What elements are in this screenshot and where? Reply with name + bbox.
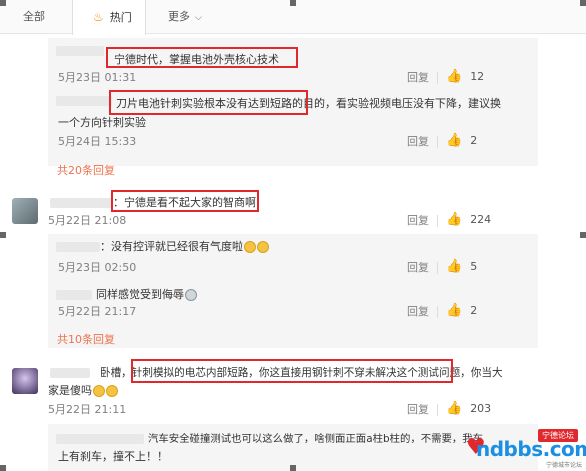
highlight-box [131,359,453,383]
thumbs-up-icon: 👍 [446,303,463,318]
divider [437,136,438,148]
comment-text-continued: 家是傻吗 [48,384,118,398]
laugh-emoji-icon [106,385,118,397]
thumbs-up-icon: 👍 [446,133,463,148]
comment-time: 5月23日 01:31 [58,71,137,84]
like-count: 2 [470,304,478,317]
thumbs-up-icon: 👍 [446,69,463,84]
comment-text-body: 家是傻吗 [48,384,92,397]
tab-all-label: 全部 [23,10,45,23]
laugh-emoji-icon [93,385,105,397]
username-blurred[interactable] [50,368,90,378]
watermark-subtitle: 宁德城市论坛 [545,462,582,469]
divider [437,306,438,318]
comment-time: 5月24日 15:33 [58,135,137,148]
weibo-comment-screenshot: 全部 ♨ 热门 更多 ⌵ 宁德时代，掌握电池外壳核心技术 5月23日 01:31 回… [0,0,586,471]
username-blurred[interactable] [56,290,92,300]
laugh-emoji-icon [244,241,256,253]
thumbs-up-icon: 👍 [446,212,463,227]
highlight-box [109,90,308,115]
watermark-badge: 宁德论坛 [538,429,578,442]
reply-button[interactable]: 回复 [407,214,429,228]
site-watermark: ♥ ndbbs.com 宁德论坛 宁德城市论坛 [466,425,586,471]
reply-button[interactable]: 回复 [407,305,429,319]
username-blurred[interactable] [56,242,100,252]
username-blurred[interactable] [56,46,104,56]
comment-text-body: 同样感觉受到侮辱 [96,288,184,301]
like-button[interactable]: 👍 2 [446,134,477,148]
comment-time: 5月22日 21:08 [48,214,127,227]
comment-text-continued: 一个方向针刺实验 [58,116,146,129]
comment-time: 5月23日 02:50 [58,261,137,274]
username-blurred[interactable] [56,434,144,444]
like-count: 2 [470,134,478,147]
reply-button[interactable]: 回复 [407,403,429,417]
like-count: 203 [470,402,492,415]
crop-handle [0,0,6,6]
reply-button[interactable]: 回复 [407,261,429,275]
like-button[interactable]: 👍 2 [446,304,477,318]
username-blurred[interactable] [56,96,112,106]
tab-hot-label: 热门 [109,11,132,24]
divider [437,262,438,274]
crop-handle [0,465,6,471]
like-count: 12 [470,70,485,83]
comment-text: ：没有控评就已经很有气度啦 [100,240,269,254]
emoji-icon [185,289,197,301]
fire-icon: ♨ [93,10,104,24]
like-button[interactable]: 👍 224 [446,213,491,227]
tab-more-label: 更多 [168,10,190,23]
username-blurred[interactable] [50,198,112,208]
comment-time: 5月22日 21:11 [48,403,127,416]
view-more-replies-link[interactable]: 共10条回复 [57,333,115,347]
like-count: 5 [470,260,478,273]
crop-handle [580,232,586,238]
comment-text-body: ：没有控评就已经很有气度啦 [100,240,243,253]
tab-all[interactable]: 全部 [23,0,45,34]
crop-handle [290,0,296,6]
view-more-replies-link[interactable]: 共20条回复 [57,164,115,178]
tab-more[interactable]: 更多 ⌵ [168,0,202,34]
reply-button[interactable]: 回复 [407,135,429,149]
laugh-emoji-icon [257,241,269,253]
avatar[interactable] [12,198,38,224]
comment-text-continued: 上有刹车，撞不上！！ [58,450,168,463]
like-count: 224 [470,213,492,226]
divider [437,404,438,416]
comment-text: 同样感觉受到侮辱 [96,288,197,302]
like-button[interactable]: 👍 5 [446,260,477,274]
reply-button[interactable]: 回复 [407,71,429,85]
like-button[interactable]: 👍 12 [446,70,484,84]
like-button[interactable]: 👍 203 [446,402,491,416]
crop-handle [580,0,586,6]
divider [437,215,438,227]
highlight-box [106,47,298,68]
crop-handle [290,465,296,471]
comment-time: 5月22日 21:17 [58,305,137,318]
highlight-box [111,190,259,212]
avatar[interactable] [12,368,38,394]
chevron-down-icon: ⌵ [195,13,202,23]
tab-hot[interactable]: ♨ 热门 [72,0,146,35]
crop-handle [0,232,6,238]
divider [437,72,438,84]
comment-text: 汽车安全碰撞测试也可以这么做了，啥侧面正面a柱b柱的，不需要，我车 [148,433,484,445]
thumbs-up-icon: 👍 [446,259,463,274]
thumbs-up-icon: 👍 [446,401,463,416]
